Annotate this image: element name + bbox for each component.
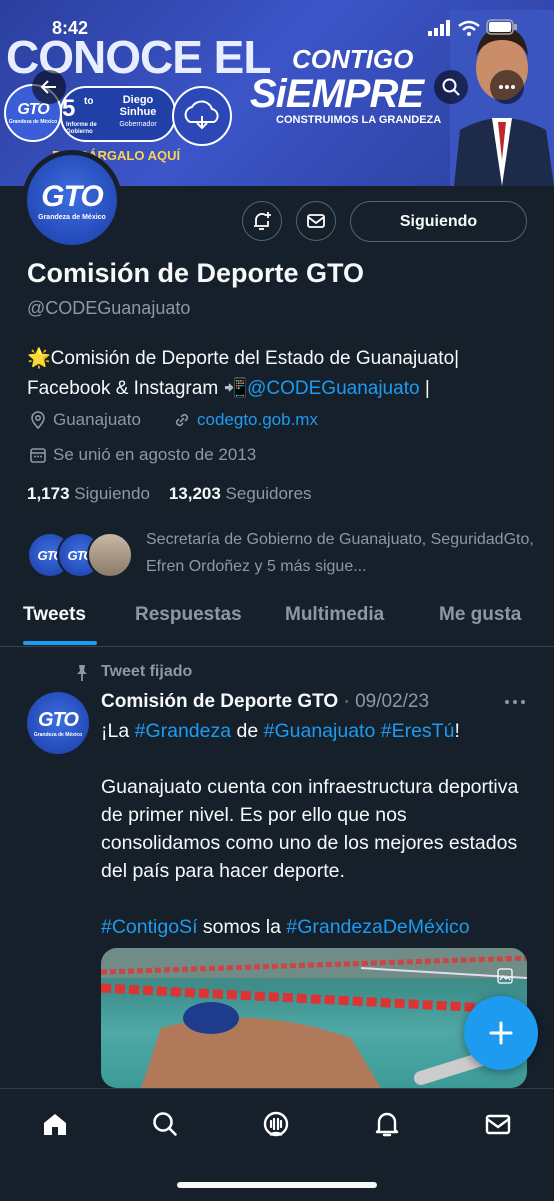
tweet-line1: ¡La #Grandeza de #Guanajuato #EresTú! (101, 720, 460, 742)
tweet-avatar-sub: Grandeza de México (33, 731, 83, 738)
joined-text: Se unió en agosto de 2013 (53, 445, 257, 464)
following-count: 1,173 (27, 484, 70, 503)
following-button[interactable]: Siguiendo (350, 201, 527, 242)
followers-stat[interactable]: 13,203 Seguidores (169, 484, 312, 503)
banner-siempre: SiEMPRE (250, 72, 424, 116)
link-icon (175, 413, 189, 427)
mail-icon (307, 214, 325, 228)
hashtag-link[interactable]: #Grandeza (135, 720, 231, 742)
location-text: Guanajuato (53, 410, 141, 429)
location-icon (31, 411, 45, 430)
avatar-logo-text: GTO (41, 179, 103, 213)
tab-likes[interactable]: Me gusta (439, 604, 521, 626)
messages-icon[interactable] (481, 1107, 515, 1141)
active-tab-indicator (23, 641, 97, 645)
bell-plus-icon (254, 212, 271, 230)
tweet-closing: #ContigoSí somos la #GrandezaDeMéxico (101, 916, 470, 938)
informe-name: Diego Sinhue (119, 94, 157, 118)
followed-by-avatars[interactable]: GTO GTO (27, 532, 137, 578)
explore-icon[interactable] (148, 1107, 182, 1141)
back-arrow-icon[interactable] (32, 70, 66, 104)
tweet-avatar-text: GTO (38, 708, 79, 731)
spaces-icon[interactable] (259, 1107, 293, 1141)
informe-number: 5 (62, 95, 76, 122)
profile-avatar[interactable]: GTO Grandeza de México (22, 150, 122, 250)
tweet-author-avatar[interactable]: GTO Grandeza de México (27, 692, 89, 754)
battery-icon (486, 19, 518, 40)
hashtag-link[interactable]: #Guanajuato (264, 720, 376, 742)
tweet-date[interactable]: · 09/02/23 (343, 691, 429, 712)
website-link[interactable]: codegto.gob.mx (197, 410, 318, 430)
bio-line2: Facebook & Instagram (27, 378, 224, 399)
home-icon[interactable] (38, 1107, 72, 1141)
profile-tabs: Tweets Respuestas Multimedia Me gusta (0, 590, 554, 647)
followers-count: 13,203 (168, 484, 221, 503)
following-label: Siguiendo (74, 484, 150, 503)
message-button[interactable] (296, 201, 336, 241)
tweet-more-icon[interactable] (502, 692, 528, 717)
tweet-paragraph: Guanajuato cuenta con infraestructura de… (101, 776, 519, 882)
media-icon (497, 968, 513, 989)
followed-by-text[interactable]: Secretaría de Gobierno de Guanajuato, Se… (146, 526, 536, 580)
cloud-download-icon (172, 86, 232, 146)
profile-location: Guanajuato (29, 410, 141, 430)
follower-avatar (87, 532, 133, 578)
wifi-icon (458, 20, 480, 41)
hashtag-link[interactable]: #ContigoSí (101, 916, 197, 938)
calendar-icon (30, 448, 46, 463)
tab-replies[interactable]: Respuestas (135, 604, 242, 626)
pin-icon (74, 664, 90, 687)
signal-icon (428, 20, 452, 41)
bio-line1: Comisión de Deporte del Estado de Guanaj… (50, 348, 460, 369)
compose-plus-icon (489, 1021, 513, 1045)
banner-slogan: CONSTRUIMOS LA GRANDEZA (276, 114, 442, 126)
informe-suffix: to (84, 96, 94, 107)
compose-tweet-button[interactable] (464, 996, 538, 1070)
avatar-logo-sub: Grandeza de México (38, 213, 106, 221)
pinned-label: Tweet fijado (101, 663, 193, 680)
more-icon[interactable] (490, 70, 524, 104)
search-icon[interactable] (434, 70, 468, 104)
tweet-header: Comisión de Deporte GTO · 09/02/23 (101, 691, 429, 713)
hashtag-link[interactable]: #GrandezaDeMéxico (286, 916, 469, 938)
home-indicator (177, 1182, 377, 1188)
profile-website[interactable]: codegto.gob.mx (172, 410, 318, 430)
profile-joined: Se unió en agosto de 2013 (29, 445, 256, 465)
following-stat[interactable]: 1,173 Siguiendo (27, 484, 150, 503)
profile-handle: @CODEGuanajuato (27, 298, 191, 318)
tweet-text: ¡La #Grandeza de #Guanajuato #EresTú! Gu… (101, 717, 531, 941)
profile-name: Comisión de Deporte GTO (27, 258, 365, 288)
notify-bell-button[interactable] (242, 201, 282, 241)
status-time: 8:42 (52, 18, 89, 38)
informe-role: Gobernador (119, 121, 157, 128)
profile-stats: 1,173 Siguiendo 13,203 Seguidores (27, 484, 312, 504)
notifications-icon[interactable] (370, 1107, 404, 1141)
bio-mention-link[interactable]: @CODEGuanajuato (247, 378, 419, 399)
status-bar: 8:42 (0, 0, 554, 52)
tab-media[interactable]: Multimedia (285, 604, 384, 626)
informe-label: Informe de Gobierno (66, 122, 97, 135)
bio-end: | (419, 378, 430, 399)
phone-emoji: 📲 (223, 378, 248, 399)
followers-label: Seguidores (225, 484, 312, 503)
star-emoji: 🌟 (27, 348, 51, 369)
hashtag-link[interactable]: #EresTú (381, 720, 455, 742)
profile-bio: 🌟Comisión de Deporte del Estado de Guana… (27, 344, 537, 404)
tab-tweets[interactable]: Tweets (23, 604, 86, 626)
tweet-media-image[interactable] (101, 948, 527, 1088)
tweet-author[interactable]: Comisión de Deporte GTO (101, 691, 338, 712)
